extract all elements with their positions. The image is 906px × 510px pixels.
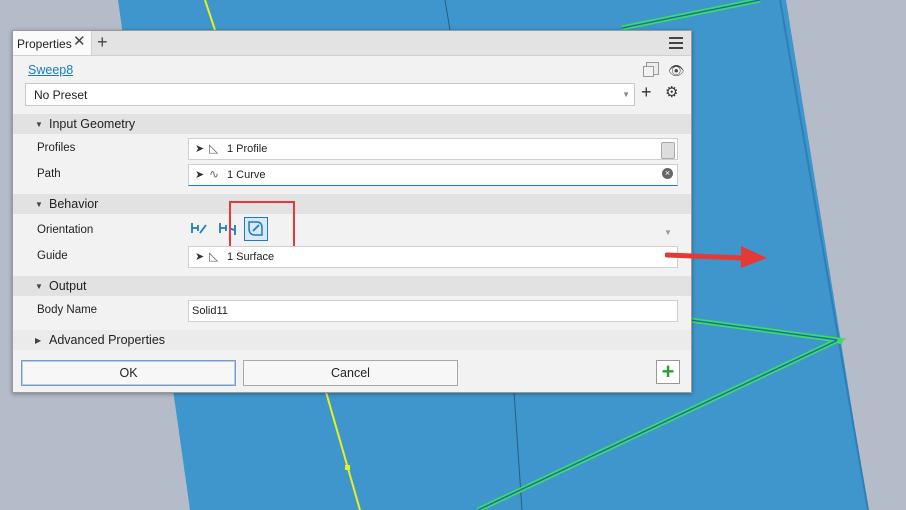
solid-select-icon[interactable] bbox=[661, 142, 675, 159]
apply-plus-icon[interactable]: + bbox=[656, 360, 680, 384]
body-name-input[interactable]: Solid11 bbox=[188, 300, 678, 322]
tab-properties[interactable]: Properties ✕ bbox=[13, 31, 92, 55]
path-selector[interactable]: ➤ ∿ 1 Curve × bbox=[188, 164, 678, 186]
properties-panel: Properties ✕ + Sweep8 👁 No Preset ▼ + ⚙ … bbox=[12, 30, 692, 393]
select-cursor-icon: ➤ bbox=[195, 143, 205, 155]
path-value: 1 Curve bbox=[227, 169, 266, 181]
copy-icon[interactable] bbox=[643, 62, 659, 77]
section-behavior[interactable]: ▼ Behavior bbox=[13, 194, 691, 214]
section-input-geometry-label: Input Geometry bbox=[49, 117, 136, 131]
red-arrow-annotation bbox=[665, 246, 767, 268]
guide-selector[interactable]: ➤ ◺ 1 Surface bbox=[188, 246, 678, 268]
ok-button[interactable]: OK bbox=[21, 360, 236, 386]
guide-value: 1 Surface bbox=[227, 251, 275, 263]
cancel-button[interactable]: Cancel bbox=[243, 360, 458, 386]
preset-dropdown[interactable]: No Preset ▼ bbox=[25, 83, 635, 106]
feature-name-link[interactable]: Sweep8 bbox=[28, 63, 73, 77]
profile-shape-icon: ◺ bbox=[209, 141, 219, 155]
close-icon[interactable]: ✕ bbox=[73, 34, 86, 50]
chevron-down-icon: ▼ bbox=[622, 90, 630, 99]
gear-icon[interactable]: ⚙ bbox=[665, 83, 678, 101]
collapse-triangle-icon: ▼ bbox=[35, 200, 43, 209]
highlight-annotation-box bbox=[229, 201, 295, 252]
section-advanced-label: Advanced Properties bbox=[49, 333, 166, 347]
collapse-triangle-icon: ▼ bbox=[35, 282, 43, 291]
visibility-eye-icon[interactable]: 👁 bbox=[668, 63, 685, 79]
collapse-triangle-icon: ▼ bbox=[35, 120, 43, 129]
curve-icon: ∿ bbox=[209, 167, 220, 181]
select-cursor-icon: ➤ bbox=[195, 169, 205, 181]
add-preset-icon[interactable]: + bbox=[641, 82, 652, 103]
preset-value: No Preset bbox=[34, 88, 88, 102]
clear-icon[interactable]: × bbox=[662, 168, 673, 179]
panel-tab-bar: Properties ✕ + bbox=[13, 31, 691, 56]
path-orientation-icon[interactable] bbox=[188, 217, 210, 239]
surface-icon: ◺ bbox=[209, 249, 219, 263]
expand-triangle-icon: ▶ bbox=[35, 336, 42, 345]
section-behavior-label: Behavior bbox=[49, 197, 99, 211]
orientation-label: Orientation bbox=[37, 224, 94, 236]
profiles-selector[interactable]: ➤ ◺ 1 Profile bbox=[188, 138, 678, 160]
hamburger-menu-icon[interactable] bbox=[669, 37, 683, 49]
section-output-label: Output bbox=[49, 279, 87, 293]
body-name-label: Body Name bbox=[37, 304, 98, 316]
body-name-value: Solid11 bbox=[192, 305, 228, 317]
profiles-label: Profiles bbox=[37, 142, 76, 154]
guide-label: Guide bbox=[37, 250, 68, 262]
tab-properties-label: Properties bbox=[17, 37, 72, 51]
section-advanced-properties[interactable]: ▶ Advanced Properties bbox=[13, 330, 691, 350]
chevron-down-icon[interactable]: ▼ bbox=[664, 228, 672, 237]
profiles-value: 1 Profile bbox=[227, 143, 268, 155]
section-output[interactable]: ▼ Output bbox=[13, 276, 691, 296]
add-tab-icon[interactable]: + bbox=[97, 32, 108, 53]
path-label: Path bbox=[37, 168, 61, 180]
select-cursor-icon: ➤ bbox=[195, 251, 205, 263]
section-input-geometry[interactable]: ▼ Input Geometry bbox=[13, 114, 691, 134]
